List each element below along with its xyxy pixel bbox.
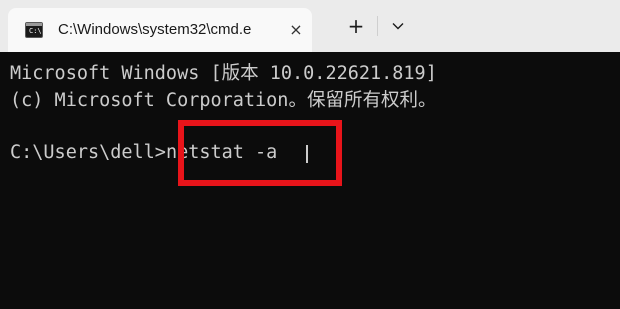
tab-title: C:\Windows\system32\cmd.e [58, 21, 252, 38]
tab-cmd[interactable]: C:\ C:\Windows\system32\cmd.e × [8, 8, 312, 52]
close-icon[interactable]: × [286, 18, 306, 42]
prompt-text: C:\Users\dell> [10, 142, 166, 163]
terminal-output[interactable]: Microsoft Windows [版本 10.0.22621.819] (c… [0, 52, 620, 309]
cmd-icon: C:\ [25, 22, 43, 38]
tab-divider [377, 16, 378, 36]
terminal-line-copyright: (c) Microsoft Corporation。保留所有权利。 [10, 90, 437, 111]
cmd-icon-prompt: C:\ [29, 27, 42, 35]
new-tab-button[interactable]: + [344, 14, 368, 38]
terminal-line-version: Microsoft Windows [版本 10.0.22621.819] [10, 63, 437, 84]
title-bar: C:\ C:\Windows\system32\cmd.e × + [0, 0, 620, 52]
chevron-down-icon[interactable] [386, 14, 410, 38]
cmd-icon-bar [26, 23, 42, 26]
highlight-box [178, 120, 342, 186]
